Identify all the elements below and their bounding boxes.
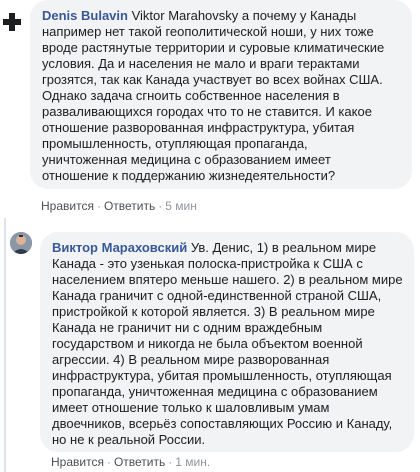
comment-text: а почему у Канады bbox=[241, 8, 357, 23]
reply-text: двоечников, всерьёз сопоставляющих Росси… bbox=[52, 416, 393, 431]
reply-text: Канада - это узенькая полоска-пристройка… bbox=[52, 256, 363, 271]
reply-text: но не к реальной России. bbox=[52, 432, 206, 447]
reply-actions: Нравится · Ответить · 1 мин. bbox=[51, 455, 210, 469]
reply-link[interactable]: Ответить bbox=[114, 455, 165, 469]
reply-author[interactable]: Виктор Мараховский bbox=[52, 240, 187, 255]
separator: · bbox=[96, 199, 101, 213]
separator: · bbox=[158, 199, 163, 213]
comment-first-line: Denis Bulavin Viktor Marahovsky а почему… bbox=[42, 8, 400, 24]
comment-text: грозятся, так как Канада участвует во вс… bbox=[42, 72, 383, 87]
comment-text: вроде растянутые территории и суровые кл… bbox=[42, 40, 385, 55]
reply-text: населением впятеро меньше нашего. 2) в р… bbox=[52, 272, 403, 287]
comment-author[interactable]: Denis Bulavin bbox=[42, 8, 128, 23]
reply-text: государством и никогда не была объектом … bbox=[52, 336, 363, 351]
like-link[interactable]: Нравится bbox=[41, 199, 94, 213]
reply-link[interactable]: Ответить bbox=[104, 199, 155, 213]
reply-text: пропаганда, уничтоженная медицина с обра… bbox=[52, 384, 378, 399]
comment-text: разваливающихся городах что то не ставит… bbox=[42, 104, 372, 119]
reply-mention[interactable]: Ув. Денис, bbox=[191, 240, 253, 255]
comment-text: отношение разворованная инфраструктура, … bbox=[42, 120, 355, 135]
comment-text: Однако задача сгноить собственное населе… bbox=[42, 88, 340, 103]
comment-text: уничтоженная медицина с образованием име… bbox=[42, 152, 331, 167]
reply-text: агрессии. 4) В реальном мире разворованн… bbox=[52, 352, 330, 367]
reply-bubble: Виктор Мараховский Ув. Денис, 1) в реаль… bbox=[40, 232, 414, 452]
comment-timestamp[interactable]: 5 мин bbox=[165, 199, 197, 213]
reply-text: 1) в реальном мире bbox=[256, 240, 377, 255]
reply-text: Канада граничит с одной-единственной стр… bbox=[52, 288, 382, 303]
separator: · bbox=[106, 455, 111, 469]
separator: · bbox=[168, 455, 173, 469]
comment-text: отношение к поддержанию жизнедеятельност… bbox=[42, 168, 336, 183]
reply-first-line: Виктор Мараховский Ув. Денис, 1) в реаль… bbox=[52, 240, 402, 256]
avatar-image bbox=[10, 232, 32, 254]
comment-actions: Нравится · Ответить · 5 мин bbox=[41, 199, 197, 213]
reply-text: Канада не граничит ни с одним враждебным bbox=[52, 320, 323, 335]
comment-text: условия. Да и населения не мало и враги … bbox=[42, 56, 360, 71]
cross-icon[interactable] bbox=[1, 11, 23, 33]
reply-text: имеет отношение только к шаловливым умам bbox=[52, 400, 330, 415]
avatar[interactable] bbox=[10, 232, 32, 254]
comment-mention[interactable]: Viktor Marahovsky bbox=[132, 8, 239, 23]
comment-denis: Denis Bulavin Viktor Marahovsky а почему… bbox=[0, 0, 420, 236]
reply-thread-line bbox=[4, 218, 6, 472]
reply-timestamp[interactable]: 1 мин. bbox=[175, 455, 210, 469]
reply-text: пристройкой к которой является. 3) В реа… bbox=[52, 304, 375, 319]
comment-text: например нет такой геополитической ноши,… bbox=[42, 24, 374, 39]
comment-bubble: Denis Bulavin Viktor Marahovsky а почему… bbox=[30, 0, 412, 189]
comment-text: промышленность, отупляющая пропаганда, bbox=[42, 136, 308, 151]
reply-text: инфраструктура, убитая промышленность, о… bbox=[52, 368, 392, 383]
like-link[interactable]: Нравится bbox=[51, 455, 104, 469]
